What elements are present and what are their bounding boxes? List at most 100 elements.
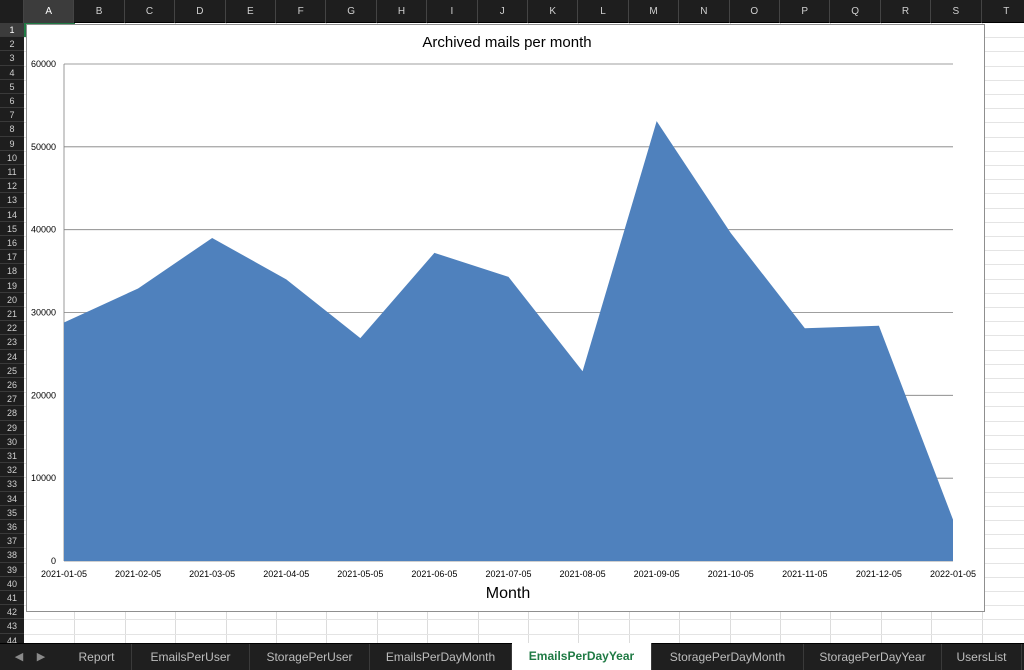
y-tick-label: 20000	[31, 390, 56, 400]
sheet-tab-storageperuser[interactable]: StoragePerUser	[250, 644, 370, 670]
column-header-c[interactable]: C	[125, 0, 176, 23]
y-tick-label: 0	[51, 556, 56, 566]
y-tick-label: 30000	[31, 308, 56, 318]
row-header-25[interactable]: 25	[0, 364, 24, 378]
sheet-tab-emailsperuser[interactable]: EmailsPerUser	[132, 644, 250, 670]
row-header-14[interactable]: 14	[0, 208, 24, 222]
row-header-5[interactable]: 5	[0, 80, 24, 94]
row-header-29[interactable]: 29	[0, 421, 24, 435]
x-axis-tick-labels: 2021-01-05 2021-02-05 2021-03-05 2021-04-05…	[41, 569, 976, 579]
column-header-o[interactable]: O	[730, 0, 780, 23]
x-tick-label: 2022-01-05	[930, 569, 976, 579]
column-header-p[interactable]: P	[780, 0, 831, 23]
row-header-10[interactable]: 10	[0, 151, 24, 165]
row-header-28[interactable]: 28	[0, 406, 24, 421]
row-header-24[interactable]: 24	[0, 350, 24, 364]
row-header-38[interactable]: 38	[0, 548, 24, 563]
row-header-16[interactable]: 16	[0, 236, 24, 251]
row-header-22[interactable]: 22	[0, 321, 24, 336]
y-axis-tick-labels: 0 10000 20000 30000 40000 50000 60000	[31, 59, 56, 566]
x-tick-label: 2021-08-05	[560, 569, 606, 579]
column-header-n[interactable]: N	[679, 0, 730, 23]
x-tick-label: 2021-05-05	[337, 569, 383, 579]
sheet-tab-userslist[interactable]: UsersList	[942, 644, 1022, 670]
column-header-l[interactable]: L	[578, 0, 629, 23]
column-header-j[interactable]: J	[478, 0, 528, 23]
sheet-tab-emailsperdayyear[interactable]: EmailsPerDayYear	[512, 643, 652, 670]
triangle-right-icon[interactable]: ▶	[34, 650, 48, 664]
row-header-7[interactable]: 7	[0, 108, 24, 123]
row-header-12[interactable]: 12	[0, 179, 24, 194]
row-header-15[interactable]: 15	[0, 222, 24, 236]
area-chart[interactable]: Archived mails per month 0 10000 20000 3000…	[26, 24, 985, 612]
row-header-27[interactable]: 27	[0, 392, 24, 407]
row-header-18[interactable]: 18	[0, 264, 24, 279]
x-tick-label: 2021-11-05	[782, 569, 827, 579]
row-header-42[interactable]: 42	[0, 605, 24, 620]
y-tick-label: 10000	[31, 473, 56, 483]
row-header-36[interactable]: 36	[0, 520, 24, 535]
column-header-a[interactable]: A	[24, 0, 75, 23]
column-header-m[interactable]: M	[629, 0, 680, 23]
column-header-d[interactable]: D	[175, 0, 226, 23]
row-header-33[interactable]: 33	[0, 477, 24, 492]
row-header-13[interactable]: 13	[0, 193, 24, 208]
sheet-tab-storageperdayyear[interactable]: StoragePerDayYear	[804, 644, 942, 670]
row-header-bar: 1 2 3 4 5 6 7 8 9 10 11 12 13 14 15 16 17 18 19 20 21 22 23 24 2…	[0, 23, 24, 643]
x-tick-label: 2021-04-05	[263, 569, 309, 579]
row-header-39[interactable]: 39	[0, 563, 24, 577]
x-tick-label: 2021-10-05	[708, 569, 754, 579]
column-header-r[interactable]: R	[881, 0, 932, 23]
column-header-e[interactable]: E	[226, 0, 276, 23]
row-header-8[interactable]: 8	[0, 122, 24, 137]
select-all-corner[interactable]	[0, 0, 24, 23]
y-tick-label: 60000	[31, 59, 56, 69]
row-header-21[interactable]: 21	[0, 307, 24, 322]
row-header-11[interactable]: 11	[0, 165, 24, 180]
x-axis-title: Month	[486, 585, 530, 602]
column-header-k[interactable]: K	[528, 0, 579, 23]
x-tick-label: 2021-03-05	[189, 569, 235, 579]
sheet-tab-bar: ◀ ▶ Report EmailsPerUser StoragePerUser Ema…	[0, 643, 1024, 670]
row-header-2[interactable]: 2	[0, 37, 24, 52]
row-header-43[interactable]: 43	[0, 619, 24, 634]
row-header-19[interactable]: 19	[0, 279, 24, 293]
row-header-31[interactable]: 31	[0, 449, 24, 464]
row-header-44[interactable]: 44	[0, 634, 24, 643]
row-header-37[interactable]: 37	[0, 534, 24, 549]
sheet-tab-storageperdaymonth[interactable]: StoragePerDayMonth	[652, 644, 804, 670]
row-header-26[interactable]: 26	[0, 378, 24, 393]
column-header-f[interactable]: F	[276, 0, 327, 23]
column-header-b[interactable]: B	[74, 0, 125, 23]
column-header-q[interactable]: Q	[830, 0, 881, 23]
area-series-0[interactable]	[64, 121, 953, 561]
row-header-17[interactable]: 17	[0, 250, 24, 265]
column-header-h[interactable]: H	[377, 0, 428, 23]
row-header-6[interactable]: 6	[0, 94, 24, 109]
row-header-30[interactable]: 30	[0, 435, 24, 449]
column-header-i[interactable]: I	[427, 0, 478, 23]
row-header-9[interactable]: 9	[0, 137, 24, 151]
triangle-left-icon[interactable]: ◀	[12, 650, 26, 664]
column-header-g[interactable]: G	[326, 0, 377, 23]
x-tick-label: 2021-09-05	[634, 569, 680, 579]
row-header-41[interactable]: 41	[0, 591, 24, 606]
x-tick-label: 2021-12-05	[856, 569, 902, 579]
row-header-23[interactable]: 23	[0, 335, 24, 350]
row-header-34[interactable]: 34	[0, 492, 24, 506]
y-tick-label: 50000	[31, 142, 56, 152]
chart-series-area	[63, 121, 954, 561]
row-header-4[interactable]: 4	[0, 66, 24, 80]
column-header-s[interactable]: S	[931, 0, 982, 23]
sheet-tab-report[interactable]: Report	[62, 644, 132, 670]
row-header-3[interactable]: 3	[0, 51, 24, 66]
row-header-32[interactable]: 32	[0, 463, 24, 478]
row-header-20[interactable]: 20	[0, 293, 24, 307]
column-header-t[interactable]: T	[982, 0, 1024, 23]
sheet-tab-emailsperdaymonth[interactable]: EmailsPerDayMonth	[370, 644, 512, 670]
x-tick-label: 2021-06-05	[411, 569, 457, 579]
x-tick-label: 2021-01-05	[41, 569, 87, 579]
row-header-1[interactable]: 1	[0, 23, 24, 38]
row-header-35[interactable]: 35	[0, 506, 24, 520]
row-header-40[interactable]: 40	[0, 577, 24, 591]
